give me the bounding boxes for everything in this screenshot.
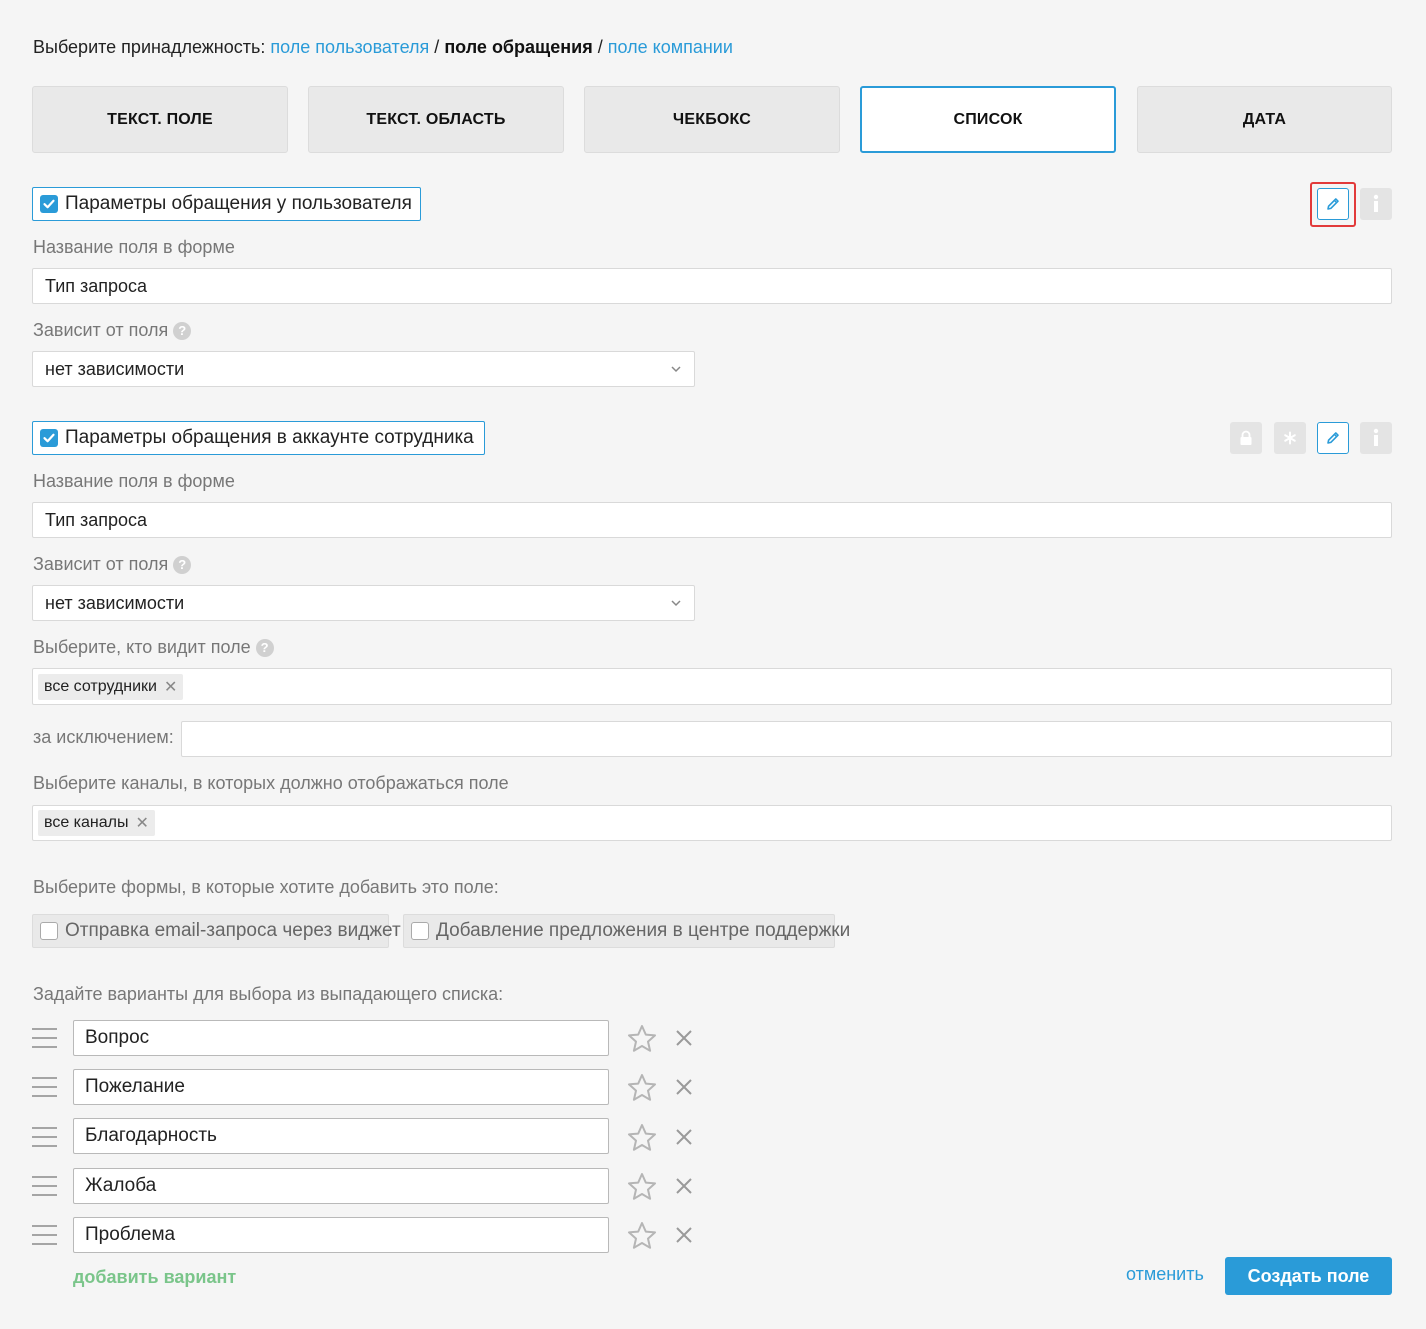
forms-label: Выберите формы, в которые хотите добавит… bbox=[33, 877, 499, 897]
ownership-separator: / bbox=[597, 37, 603, 57]
except-label: за исключением: bbox=[33, 727, 174, 747]
form-option-email-widget[interactable]: Отправка email-запроса через виджет bbox=[32, 914, 401, 948]
check-icon bbox=[43, 199, 55, 209]
variant-input[interactable]: Жалоба bbox=[73, 1168, 609, 1204]
channels-tag: все каналы ✕ bbox=[38, 810, 155, 836]
form-option-checkbox[interactable] bbox=[40, 922, 58, 940]
variant-input[interactable]: Вопрос bbox=[73, 1020, 609, 1056]
ownership-selector: Выберите принадлежность: поле пользовате… bbox=[33, 36, 733, 58]
agent-name-label: Название поля в форме bbox=[33, 471, 235, 491]
agent-section-checkbox[interactable] bbox=[40, 429, 58, 447]
agent-depends-select[interactable]: нет зависимости bbox=[32, 585, 695, 621]
drag-handle-icon[interactable] bbox=[32, 1225, 57, 1252]
question-icon[interactable]: ? bbox=[173, 555, 192, 574]
visibility-input[interactable]: все сотрудники ✕ bbox=[32, 668, 1392, 705]
visibility-text: Выберите, кто видит поле bbox=[33, 637, 251, 657]
close-icon[interactable] bbox=[674, 1127, 694, 1147]
variant-input[interactable]: Пожелание bbox=[73, 1069, 609, 1105]
form-option-checkbox[interactable] bbox=[411, 922, 429, 940]
chevron-down-icon bbox=[671, 366, 681, 373]
user-info-button[interactable] bbox=[1360, 188, 1392, 220]
variant-input[interactable]: Проблема bbox=[73, 1217, 609, 1253]
user-depends-text: Зависит от поля bbox=[33, 320, 169, 340]
variant-input[interactable]: Благодарность bbox=[73, 1118, 609, 1154]
user-edit-button[interactable] bbox=[1317, 188, 1349, 220]
visibility-tag-label: все сотрудники bbox=[44, 677, 157, 695]
star-icon[interactable] bbox=[627, 1221, 657, 1250]
close-icon[interactable] bbox=[674, 1028, 694, 1048]
agent-edit-button[interactable] bbox=[1317, 422, 1349, 454]
lock-icon bbox=[1240, 430, 1252, 445]
user-depends-value: нет зависимости bbox=[45, 358, 185, 379]
star-icon[interactable] bbox=[627, 1024, 657, 1053]
create-field-button[interactable]: Создать поле bbox=[1225, 1257, 1392, 1295]
agent-required-button[interactable] bbox=[1274, 422, 1306, 454]
drag-handle-icon[interactable] bbox=[32, 1176, 57, 1203]
agent-section-title: Параметры обращения в аккаунте сотрудник… bbox=[65, 427, 474, 448]
channels-input[interactable]: все каналы ✕ bbox=[32, 805, 1392, 841]
check-icon bbox=[43, 433, 55, 443]
visibility-label: Выберите, кто видит поле ? bbox=[33, 637, 274, 658]
ownership-prefix: Выберите принадлежность: bbox=[33, 37, 266, 57]
drag-handle-icon[interactable] bbox=[32, 1077, 57, 1104]
variants-label: Задайте варианты для выбора из выпадающе… bbox=[33, 984, 504, 1004]
tab-date[interactable]: ДАТА bbox=[1137, 86, 1392, 153]
question-icon[interactable]: ? bbox=[173, 321, 192, 340]
cancel-link[interactable]: отменить bbox=[1126, 1264, 1204, 1285]
close-icon[interactable] bbox=[674, 1225, 694, 1245]
visibility-tag: все сотрудники ✕ bbox=[38, 673, 184, 700]
agent-depends-value: нет зависимости bbox=[45, 592, 185, 613]
close-icon[interactable] bbox=[674, 1176, 694, 1196]
tab-text-area[interactable]: ТЕКСТ. ОБЛАСТЬ bbox=[308, 86, 564, 153]
info-icon bbox=[1373, 194, 1379, 212]
question-icon[interactable]: ? bbox=[255, 638, 274, 657]
agent-depends-text: Зависит от поля bbox=[33, 554, 169, 574]
user-field-link[interactable]: поле пользователя bbox=[270, 37, 429, 57]
drag-handle-icon[interactable] bbox=[32, 1028, 57, 1055]
agent-depends-label: Зависит от поля ? bbox=[33, 554, 192, 575]
tab-text-field[interactable]: ТЕКСТ. ПОЛЕ bbox=[32, 86, 288, 153]
star-icon[interactable] bbox=[627, 1172, 657, 1201]
except-input[interactable] bbox=[181, 721, 1392, 757]
chevron-down-icon bbox=[671, 600, 681, 607]
tab-checkbox[interactable]: ЧЕКБОКС bbox=[584, 86, 840, 153]
close-icon[interactable] bbox=[674, 1077, 694, 1097]
pencil-icon bbox=[1327, 432, 1339, 444]
asterisk-icon bbox=[1284, 431, 1296, 445]
channels-tag-label: все каналы bbox=[44, 814, 129, 831]
pencil-icon bbox=[1327, 198, 1339, 210]
close-icon[interactable]: ✕ bbox=[135, 813, 148, 833]
form-option-support-center[interactable]: Добавление предложения в центре поддержк… bbox=[403, 914, 850, 948]
tab-list[interactable]: СПИСОК bbox=[860, 86, 1116, 153]
info-icon bbox=[1373, 428, 1379, 446]
agent-section-toggle[interactable]: Параметры обращения в аккаунте сотрудник… bbox=[32, 421, 485, 455]
close-icon[interactable]: ✕ bbox=[164, 677, 177, 697]
user-section-checkbox[interactable] bbox=[40, 195, 58, 213]
form-option-label: Отправка email-запроса через виджет bbox=[65, 920, 401, 941]
agent-name-input[interactable]: Тип запроса bbox=[32, 502, 1392, 538]
agent-info-button[interactable] bbox=[1360, 422, 1392, 454]
user-name-label: Название поля в форме bbox=[33, 237, 235, 257]
channels-label: Выберите каналы, в которых должно отобра… bbox=[33, 773, 509, 793]
add-variant-link[interactable]: добавить вариант bbox=[73, 1267, 236, 1288]
user-depends-select[interactable]: нет зависимости bbox=[32, 351, 695, 387]
ticket-field-current: поле обращения bbox=[444, 37, 593, 57]
star-icon[interactable] bbox=[627, 1073, 657, 1102]
drag-handle-icon[interactable] bbox=[32, 1127, 57, 1154]
company-field-link[interactable]: поле компании bbox=[608, 37, 733, 57]
user-section-title: Параметры обращения у пользователя bbox=[65, 193, 412, 214]
user-depends-label: Зависит от поля ? bbox=[33, 320, 192, 341]
ownership-separator: / bbox=[434, 37, 440, 57]
user-section-toggle[interactable]: Параметры обращения у пользователя bbox=[32, 187, 421, 221]
agent-lock-button[interactable] bbox=[1230, 422, 1262, 454]
form-option-label: Добавление предложения в центре поддержк… bbox=[436, 920, 851, 941]
star-icon[interactable] bbox=[627, 1123, 657, 1152]
user-name-input[interactable]: Тип запроса bbox=[32, 268, 1392, 304]
